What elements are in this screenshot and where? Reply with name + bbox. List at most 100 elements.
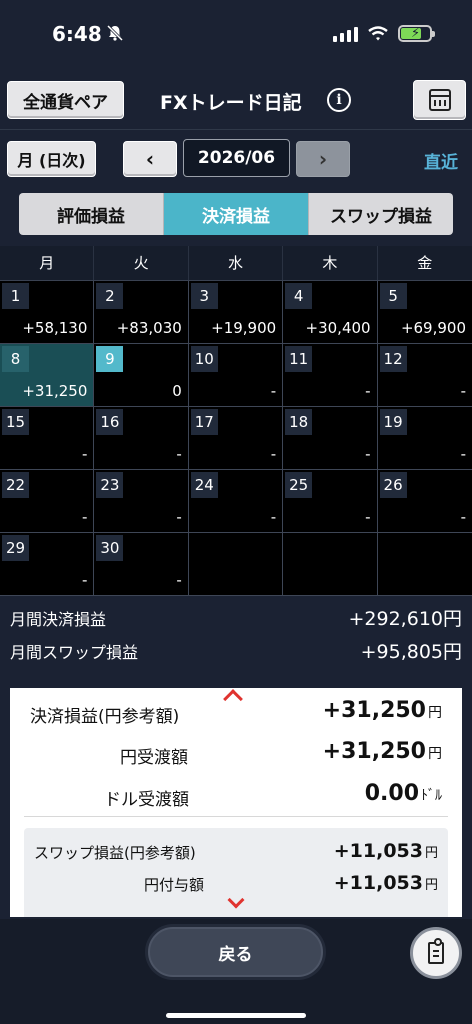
calendar-day-cell[interactable]: 17 - [188, 407, 284, 470]
monthly-swap-value: +95,805円 [360, 641, 462, 663]
detail-settlement-label: 決済損益(円参考額) [30, 707, 180, 727]
battery-icon: ⚡ [398, 25, 435, 42]
calendar-day-cell[interactable]: 26 - [377, 470, 472, 533]
detail-yen-grant-value: +11,053 [333, 872, 423, 894]
calendar-day-cell[interactable]: 5 +69,900 [377, 281, 472, 344]
calendar-day-amount: - [176, 445, 182, 463]
calendar-day-cell[interactable]: 30 - [94, 533, 189, 596]
detail-swap-unit: 円 [424, 846, 438, 861]
status-time: 6:48 [52, 22, 102, 46]
cellular-signal-icon [333, 26, 358, 42]
wifi-icon [368, 25, 388, 40]
calendar-day-cell[interactable]: 8 +31,250 [0, 344, 95, 407]
calendar-day-amount: - [81, 445, 88, 463]
calendar-day-number: 5 [379, 283, 407, 309]
calendar-day-number: 30 [96, 535, 124, 561]
calendar-day-number: 11 [285, 346, 313, 372]
calendar-day-number: 24 [190, 472, 218, 498]
calendar-day-amount: 0 [172, 382, 182, 400]
calendar-day-number: 18 [285, 409, 313, 435]
back-button[interactable]: 戻る [148, 927, 323, 977]
calendar-day-cell[interactable]: 90 [94, 344, 189, 407]
calendar-day-cell[interactable]: 4 +30,400 [283, 281, 378, 344]
calendar-day-cell[interactable]: 25 - [283, 470, 378, 533]
calendar-day-number: 25 [285, 472, 313, 498]
calendar-day-amount: - [81, 508, 88, 526]
detail-swap-label: スワップ損益(円参考額) [34, 844, 196, 862]
calendar-button[interactable] [413, 80, 466, 120]
detail-yen-delivery-unit: 円 [428, 746, 442, 762]
calendar-day-cell[interactable]: 16 - [94, 407, 189, 470]
calendar-day-number: 1 [2, 283, 29, 309]
detail-usd-delivery-value: 0.00 [364, 781, 419, 806]
calendar-icon [428, 89, 451, 111]
calendar-day-cell[interactable]: 29 - [0, 533, 95, 596]
calendar-day-amount: - [270, 445, 277, 463]
monthly-settlement-label: 月間決済損益 [10, 610, 107, 629]
info-icon[interactable]: i [327, 88, 351, 112]
calendar-day-cell[interactable]: 10 - [188, 344, 284, 407]
currency-pair-button[interactable]: 全通貨ペア [7, 81, 124, 119]
calendar-day-number: 3 [190, 283, 218, 309]
recent-link[interactable]: 直近 [424, 148, 458, 173]
calendar-day-cell[interactable]: 15 - [0, 407, 95, 470]
weekday-label: 木 [283, 246, 378, 280]
calendar-day-cell[interactable]: 22 - [0, 470, 95, 533]
tab-realized-pl[interactable]: 決済損益 [164, 193, 309, 235]
calendar-day-cell[interactable]: 12 - [377, 344, 472, 407]
header-divider [0, 129, 472, 130]
period-mode-button[interactable]: 月 (日次) [7, 141, 96, 177]
daily-detail-panel[interactable]: 決済損益(円参考額) +31,250 円 円受渡額 +31,250 円 ドル受渡額 … [10, 688, 462, 917]
calendar-day-cell[interactable]: 1 +58,130 [0, 281, 95, 344]
detail-swap-amount: +11,053 円 [334, 840, 438, 862]
calendar-day-number: 16 [96, 409, 124, 435]
calendar-day-amount: - [460, 508, 466, 526]
detail-yen-grant-amount: +11,053 円 [334, 872, 438, 894]
monthly-settlement-value: +292,610円 [348, 608, 463, 630]
tab-swap-pl[interactable]: スワップ損益 [309, 193, 453, 235]
next-month-button[interactable]: › [296, 141, 350, 177]
page-title: FXトレード日記 [160, 92, 302, 114]
calendar-day-cell[interactable]: 24 - [188, 470, 284, 533]
calendar-day-amount: +83,030 [116, 319, 182, 337]
calendar-day-number: 2 [96, 283, 124, 309]
calendar-day-cell[interactable]: 18 - [283, 407, 378, 470]
weekday-label: 火 [94, 246, 189, 280]
month-field[interactable]: 2026/06 [183, 139, 290, 177]
calendar-day-number: 26 [379, 472, 407, 498]
calendar-day-amount: - [460, 382, 466, 400]
prev-month-button[interactable]: ‹ [123, 141, 177, 177]
calendar-day-cell[interactable]: 11 - [283, 344, 378, 407]
pl-type-tabs: 評価損益 決済損益 スワップ損益 [19, 193, 453, 235]
monthly-summary: 月間決済損益 +292,610円 月間スワップ損益 +95,805円 [0, 600, 472, 666]
status-bar: 6:48 ⚡ [0, 0, 472, 70]
calendar-day-cell[interactable]: 19 - [377, 407, 472, 470]
calendar-day-number: 12 [379, 346, 407, 372]
calendar-day-cell[interactable]: 3 +19,900 [188, 281, 284, 344]
calendar-day-amount: - [365, 508, 371, 526]
monthly-swap-label: 月間スワップ損益 [10, 643, 139, 662]
weekday-header: 月 火 水 木 金 [0, 246, 472, 280]
tab-unrealized-pl[interactable]: 評価損益 [19, 193, 164, 235]
calendar-day-number: 23 [96, 472, 124, 498]
monthly-swap-row: 月間スワップ損益 +95,805円 [0, 633, 472, 666]
calendar-day-cell[interactable]: 2 +83,030 [94, 281, 189, 344]
calendar-day-amount: - [176, 571, 182, 589]
detail-usd-delivery-label: ドル受渡額 [104, 790, 189, 810]
detail-swap-row: スワップ損益(円参考額) +11,053 円 [24, 838, 448, 868]
calendar-day-number: 29 [2, 535, 29, 561]
calendar-day-cell[interactable]: 23 - [94, 470, 189, 533]
calendar-empty-cell [188, 533, 284, 596]
weekday-label: 月 [0, 246, 95, 280]
monthly-settlement-row: 月間決済損益 +292,610円 [0, 600, 472, 633]
detail-yen-delivery-amount: +31,250 円 [323, 739, 442, 764]
calendar-day-number: 15 [2, 409, 29, 435]
calendar-day-amount: +30,400 [305, 319, 371, 337]
calendar-day-amount: - [270, 508, 277, 526]
detail-divider [24, 816, 448, 817]
calendar-day-amount: +31,250 [22, 382, 88, 400]
detail-swap-value: +11,053 [333, 840, 423, 862]
bottom-bar: 戻る [0, 919, 472, 1024]
calendar-day-number: 17 [190, 409, 218, 435]
memo-button[interactable] [410, 927, 462, 979]
